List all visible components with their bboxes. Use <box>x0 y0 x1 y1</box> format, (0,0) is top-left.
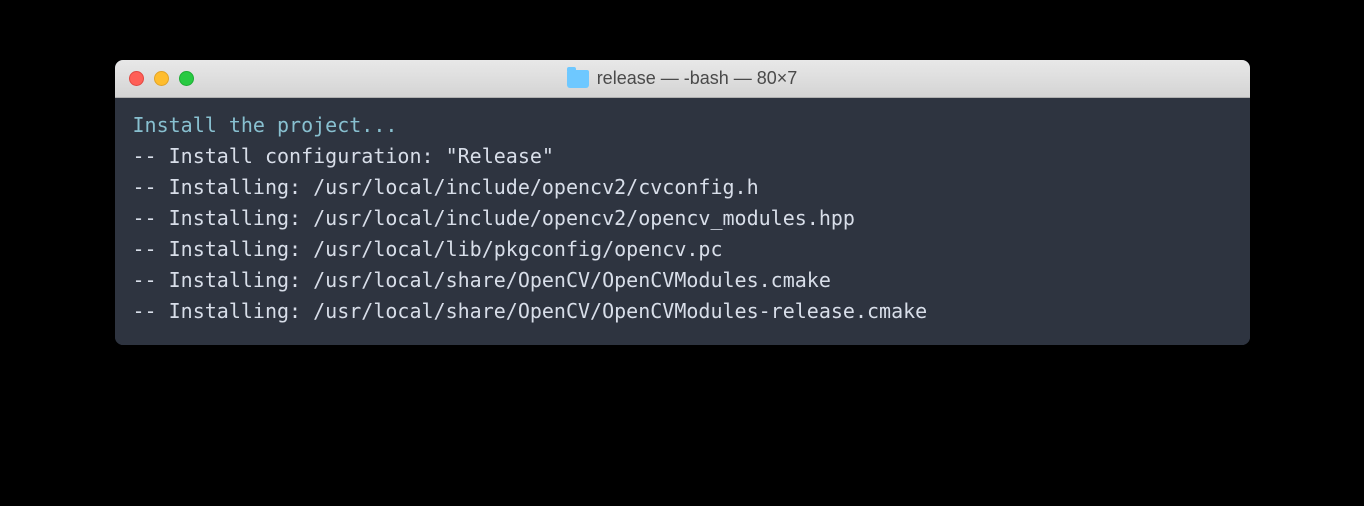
title-bar: release — -bash — 80×7 <box>115 60 1250 98</box>
terminal-line: -- Install configuration: "Release" <box>133 141 1232 172</box>
terminal-line: -- Installing: /usr/local/share/OpenCV/O… <box>133 296 1232 327</box>
terminal-window: release — -bash — 80×7 Install the proje… <box>115 60 1250 345</box>
terminal-line: -- Installing: /usr/local/lib/pkgconfig/… <box>133 234 1232 265</box>
terminal-line: Install the project... <box>133 110 1232 141</box>
window-title-content: release — -bash — 80×7 <box>567 68 798 89</box>
maximize-button[interactable] <box>179 71 194 86</box>
terminal-body[interactable]: Install the project... -- Install config… <box>115 98 1250 345</box>
folder-icon <box>567 70 589 88</box>
terminal-line: -- Installing: /usr/local/share/OpenCV/O… <box>133 265 1232 296</box>
traffic-lights <box>129 71 194 86</box>
terminal-line: -- Installing: /usr/local/include/opencv… <box>133 172 1232 203</box>
terminal-line: -- Installing: /usr/local/include/opencv… <box>133 203 1232 234</box>
close-button[interactable] <box>129 71 144 86</box>
window-title: release — -bash — 80×7 <box>597 68 798 89</box>
minimize-button[interactable] <box>154 71 169 86</box>
